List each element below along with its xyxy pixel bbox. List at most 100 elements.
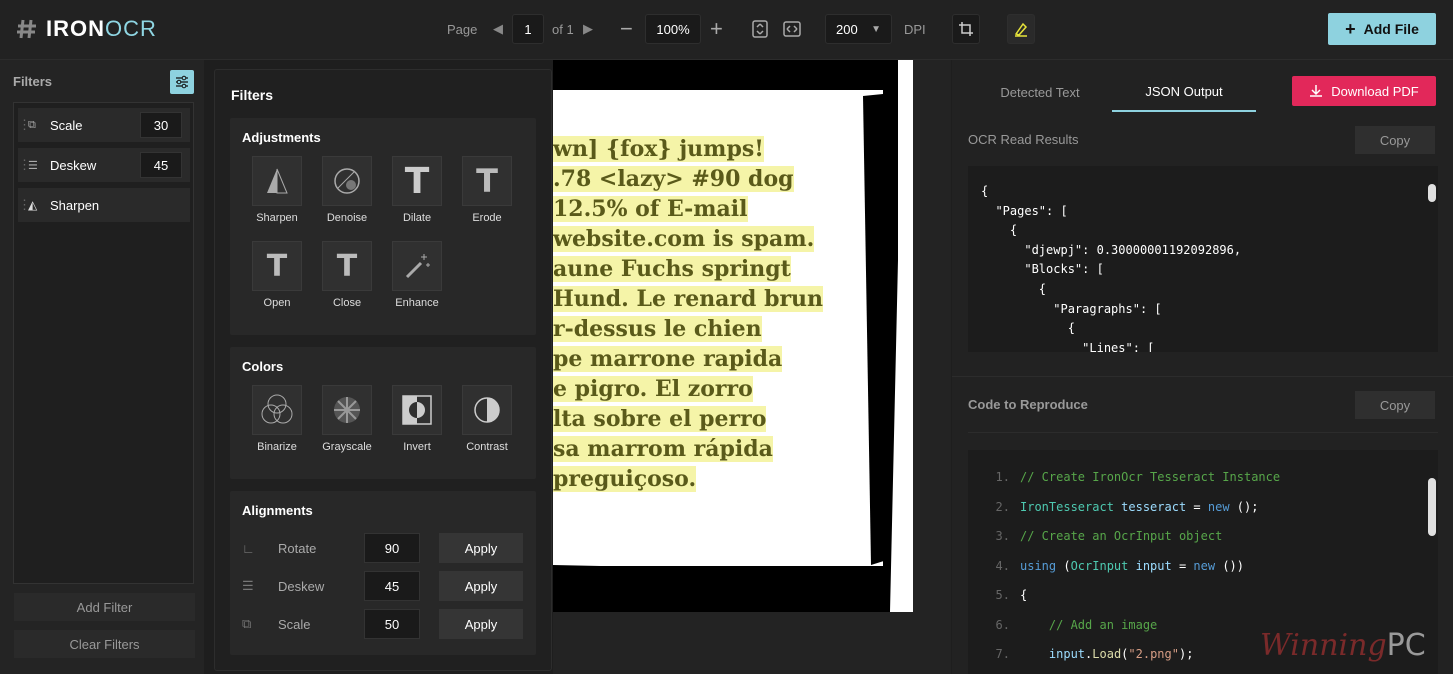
logo-text: IRONOCR — [46, 16, 157, 41]
erode-tool[interactable]: T Erode — [457, 156, 517, 224]
sharpen-tool[interactable]: Sharpen — [247, 156, 307, 224]
code-scrollbar[interactable] — [1428, 478, 1436, 536]
zoom-out-icon[interactable]: − — [620, 14, 633, 44]
drag-handle-icon[interactable]: ⋮ — [18, 197, 31, 213]
close-tool[interactable]: T Close — [317, 241, 377, 309]
ocr-line: .78 <lazy> #90 dog — [553, 166, 794, 192]
deskew-input[interactable]: 45 — [364, 571, 420, 601]
row-label: Rotate — [278, 540, 317, 556]
add-filter-button[interactable]: Add Filter — [14, 593, 195, 621]
binarize-tool[interactable]: Binarize — [247, 385, 307, 453]
filter-item-scale[interactable]: ⋮ ⧉ Scale 30 — [18, 108, 190, 142]
code-line: 7. input.Load("2.png"); — [995, 647, 1194, 661]
filter-value-input[interactable]: 45 — [140, 152, 182, 178]
ocr-line: wn] {fox} jumps! — [553, 136, 764, 162]
dpi-label: DPI — [904, 21, 926, 37]
open-icon: T — [252, 241, 302, 291]
deskew-apply-button[interactable]: Apply — [439, 571, 523, 601]
dpi-select[interactable]: 200 ▼ — [825, 14, 892, 44]
open-tool[interactable]: T Open — [247, 241, 307, 309]
drag-handle-icon[interactable]: ⋮ — [18, 117, 31, 133]
colors-section: Colors Binarize Grayscale Invert Contras… — [230, 347, 536, 479]
json-line: "Lines": [ — [981, 340, 1155, 352]
rotate-icon: ∟ — [242, 540, 255, 556]
rotate-row: ∟ Rotate 90 Apply — [242, 533, 524, 563]
prev-page-icon[interactable]: ◀ — [493, 14, 503, 44]
code-line: 5.{ — [995, 588, 1028, 602]
section-title: Alignments — [242, 503, 313, 518]
close-icon: T — [322, 241, 372, 291]
contrast-tool[interactable]: Contrast — [457, 385, 517, 453]
top-toolbar: IRONOCR Page ◀ 1 of 1 ▶ − 100% + 200 ▼ DP… — [0, 0, 1453, 60]
rotate-input[interactable]: 90 — [364, 533, 420, 563]
code-line: 2. IronTesseract tesseract = new (); — [995, 499, 1259, 514]
tab-json-output[interactable]: JSON Output — [1112, 72, 1256, 112]
page-input[interactable]: 1 — [512, 14, 544, 44]
drag-handle-icon[interactable]: ⋮ — [18, 157, 31, 173]
filter-name: Sharpen — [50, 197, 100, 213]
add-file-button[interactable]: + Add File — [1328, 13, 1436, 45]
scale-input[interactable]: 50 — [364, 609, 420, 639]
invert-tool[interactable]: Invert — [387, 385, 447, 453]
denoise-icon — [322, 156, 372, 206]
ocr-line: aune Fuchs springt — [553, 256, 791, 282]
ocr-line: r-dessus le chien — [553, 316, 762, 342]
enhance-tool[interactable]: Enhance — [387, 241, 447, 309]
json-line: { — [981, 282, 1047, 296]
deskew-icon: ☰ — [28, 159, 38, 172]
download-icon — [1310, 85, 1323, 97]
copy-code-button[interactable]: Copy — [1355, 391, 1435, 419]
alignments-section: Alignments ∟ Rotate 90 Apply ☰ Deskew 45… — [230, 491, 536, 655]
section-title: Colors — [242, 359, 284, 374]
scale-icon: ⧉ — [242, 616, 252, 631]
rotate-apply-button[interactable]: Apply — [439, 533, 523, 563]
highlight-icon[interactable] — [1007, 14, 1035, 44]
denoise-tool[interactable]: Denoise — [317, 156, 377, 224]
clear-filters-button[interactable]: Clear Filters — [14, 630, 195, 658]
json-line: "Pages": [ — [981, 203, 1068, 218]
page-label: Page — [447, 21, 478, 37]
app-logo: IRONOCR — [16, 16, 157, 42]
download-pdf-button[interactable]: Download PDF — [1292, 76, 1436, 106]
json-line: { — [981, 321, 1075, 336]
row-label: Deskew — [278, 578, 325, 594]
ocr-line: pe marrone rapida — [553, 346, 783, 372]
fit-width-icon[interactable] — [783, 14, 801, 44]
copy-json-button[interactable]: Copy — [1355, 126, 1435, 154]
scale-icon: ⧉ — [28, 118, 36, 131]
dilate-icon: T — [392, 156, 442, 206]
fit-height-icon[interactable] — [752, 14, 768, 44]
json-line: "Paragraphs": [ — [981, 301, 1162, 316]
document-viewer: wn] {fox} jumps! .78 <lazy> #90 dog 12.5%… — [553, 60, 951, 674]
json-line: { — [981, 184, 989, 198]
sliders-icon[interactable] — [170, 70, 194, 94]
next-page-icon[interactable]: ▶ — [583, 14, 593, 44]
code-line: 3.// Create an OcrInput object — [995, 529, 1223, 543]
row-label: Scale — [278, 616, 311, 632]
json-line: "Blocks": [ — [981, 262, 1104, 277]
section-title: Adjustments — [242, 130, 321, 145]
filter-value-input[interactable]: 30 — [140, 112, 182, 138]
json-scrollbar[interactable] — [1428, 184, 1436, 202]
ocr-line: lta sobre el perro — [553, 406, 767, 432]
crop-icon[interactable] — [952, 14, 980, 44]
grayscale-tool[interactable]: Grayscale — [317, 385, 377, 453]
plus-icon: + — [1345, 18, 1356, 39]
tab-detected-text[interactable]: Detected Text — [968, 72, 1112, 112]
erode-icon: T — [462, 156, 512, 206]
filter-list: ⋮ ⧉ Scale 30 ⋮ ☰ Deskew 45 ⋮ ◭ Sharpen — [13, 102, 194, 584]
filters-popup: Filters Adjustments Sharpen Denoise T Dil… — [214, 69, 552, 671]
ocr-line: sa marrom rápida — [553, 436, 773, 462]
zoom-input[interactable]: 100% — [645, 14, 701, 44]
filter-item-sharpen[interactable]: ⋮ ◭ Sharpen — [18, 188, 190, 222]
dilate-tool[interactable]: T Dilate — [387, 156, 447, 224]
zoom-in-icon[interactable]: + — [710, 14, 723, 44]
popup-title: Filters — [231, 87, 274, 103]
binarize-icon — [252, 385, 302, 435]
ocr-line: website.com is spam. — [553, 226, 815, 252]
filter-item-deskew[interactable]: ⋮ ☰ Deskew 45 — [18, 148, 190, 182]
code-line: 4. using (OcrInput input = new ()) — [995, 558, 1245, 573]
deskew-icon: ☰ — [242, 578, 254, 593]
scale-apply-button[interactable]: Apply — [439, 609, 523, 639]
sharpen-icon — [252, 156, 302, 206]
